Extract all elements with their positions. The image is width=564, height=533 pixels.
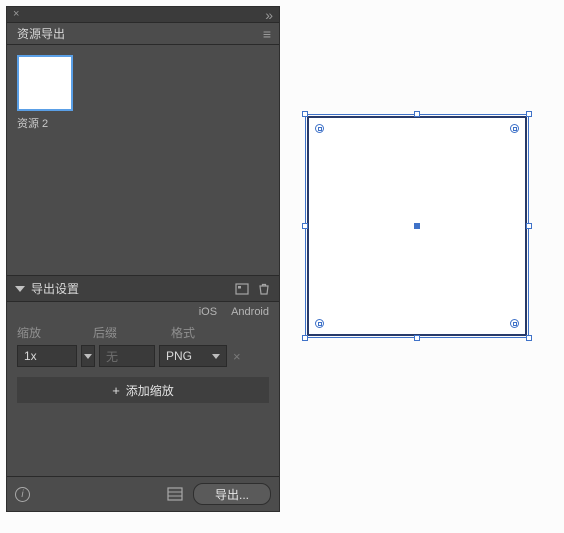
platform-toggle-row: iOS Android [7, 302, 279, 324]
header-scale: 缩放 [17, 324, 93, 341]
format-presets-icon[interactable] [235, 282, 249, 296]
live-corner-widget-br[interactable] [510, 319, 519, 328]
resize-handle-br[interactable] [526, 335, 532, 341]
close-icon[interactable]: × [13, 9, 19, 20]
platform-ios[interactable]: iOS [199, 306, 217, 318]
scale-input[interactable]: 1x [17, 345, 77, 367]
scale-column-headers: 缩放 后缀 格式 [7, 324, 279, 341]
tab-asset-export[interactable]: 资源导出 [7, 23, 75, 44]
format-value: PNG [166, 349, 192, 363]
resize-handle-ml[interactable] [302, 223, 308, 229]
tab-label: 资源导出 [17, 25, 65, 42]
selected-artwork[interactable] [305, 114, 529, 338]
remove-scale-icon[interactable]: × [233, 349, 241, 364]
suffix-input[interactable]: 无 [99, 345, 155, 367]
asset-export-panel: × » 资源导出 ≡ 资源 2 导出设置 iOS Android 缩放 后缀 格… [6, 6, 280, 512]
header-format: 格式 [171, 324, 241, 341]
resize-handle-tm[interactable] [414, 111, 420, 117]
list-view-icon[interactable] [167, 487, 183, 501]
resize-handle-tl[interactable] [302, 111, 308, 117]
resize-handle-bm[interactable] [414, 335, 420, 341]
panel-flyout-icon[interactable]: » [265, 8, 273, 22]
plus-icon: + [112, 383, 120, 398]
asset-thumbnail[interactable] [17, 55, 73, 111]
scale-dropdown[interactable] [81, 345, 95, 367]
panel-menu-icon[interactable]: ≡ [263, 23, 279, 44]
center-point-icon[interactable] [414, 223, 420, 229]
resize-handle-mr[interactable] [526, 223, 532, 229]
export-settings-header[interactable]: 导出设置 [7, 275, 279, 302]
asset-name-label: 资源 2 [17, 115, 73, 131]
live-corner-widget-tr[interactable] [510, 124, 519, 133]
live-corner-widget-tl[interactable] [315, 124, 324, 133]
delete-icon[interactable] [257, 282, 271, 296]
add-scale-button[interactable]: + 添加缩放 [17, 377, 269, 403]
header-suffix: 后缀 [93, 324, 171, 341]
info-icon[interactable]: i [15, 487, 30, 502]
resize-handle-tr[interactable] [526, 111, 532, 117]
scale-row: 1x 无 PNG × [7, 341, 279, 375]
platform-android[interactable]: Android [231, 306, 269, 318]
live-corner-widget-bl[interactable] [315, 319, 324, 328]
asset-list: 资源 2 [7, 45, 279, 275]
export-button[interactable]: 导出... [193, 483, 271, 505]
scale-value: 1x [24, 349, 37, 363]
format-select[interactable]: PNG [159, 345, 227, 367]
asset-item[interactable]: 资源 2 [17, 55, 73, 131]
panel-footer: i 导出... [7, 476, 279, 511]
export-settings-label: 导出设置 [31, 280, 79, 297]
panel-tabs: 资源导出 ≡ [7, 23, 279, 45]
suffix-placeholder: 无 [106, 348, 118, 365]
disclosure-triangle-icon [15, 286, 25, 292]
add-scale-label: 添加缩放 [126, 382, 174, 399]
panel-titlebar: × » [7, 7, 279, 23]
resize-handle-bl[interactable] [302, 335, 308, 341]
export-button-label: 导出... [215, 486, 249, 503]
